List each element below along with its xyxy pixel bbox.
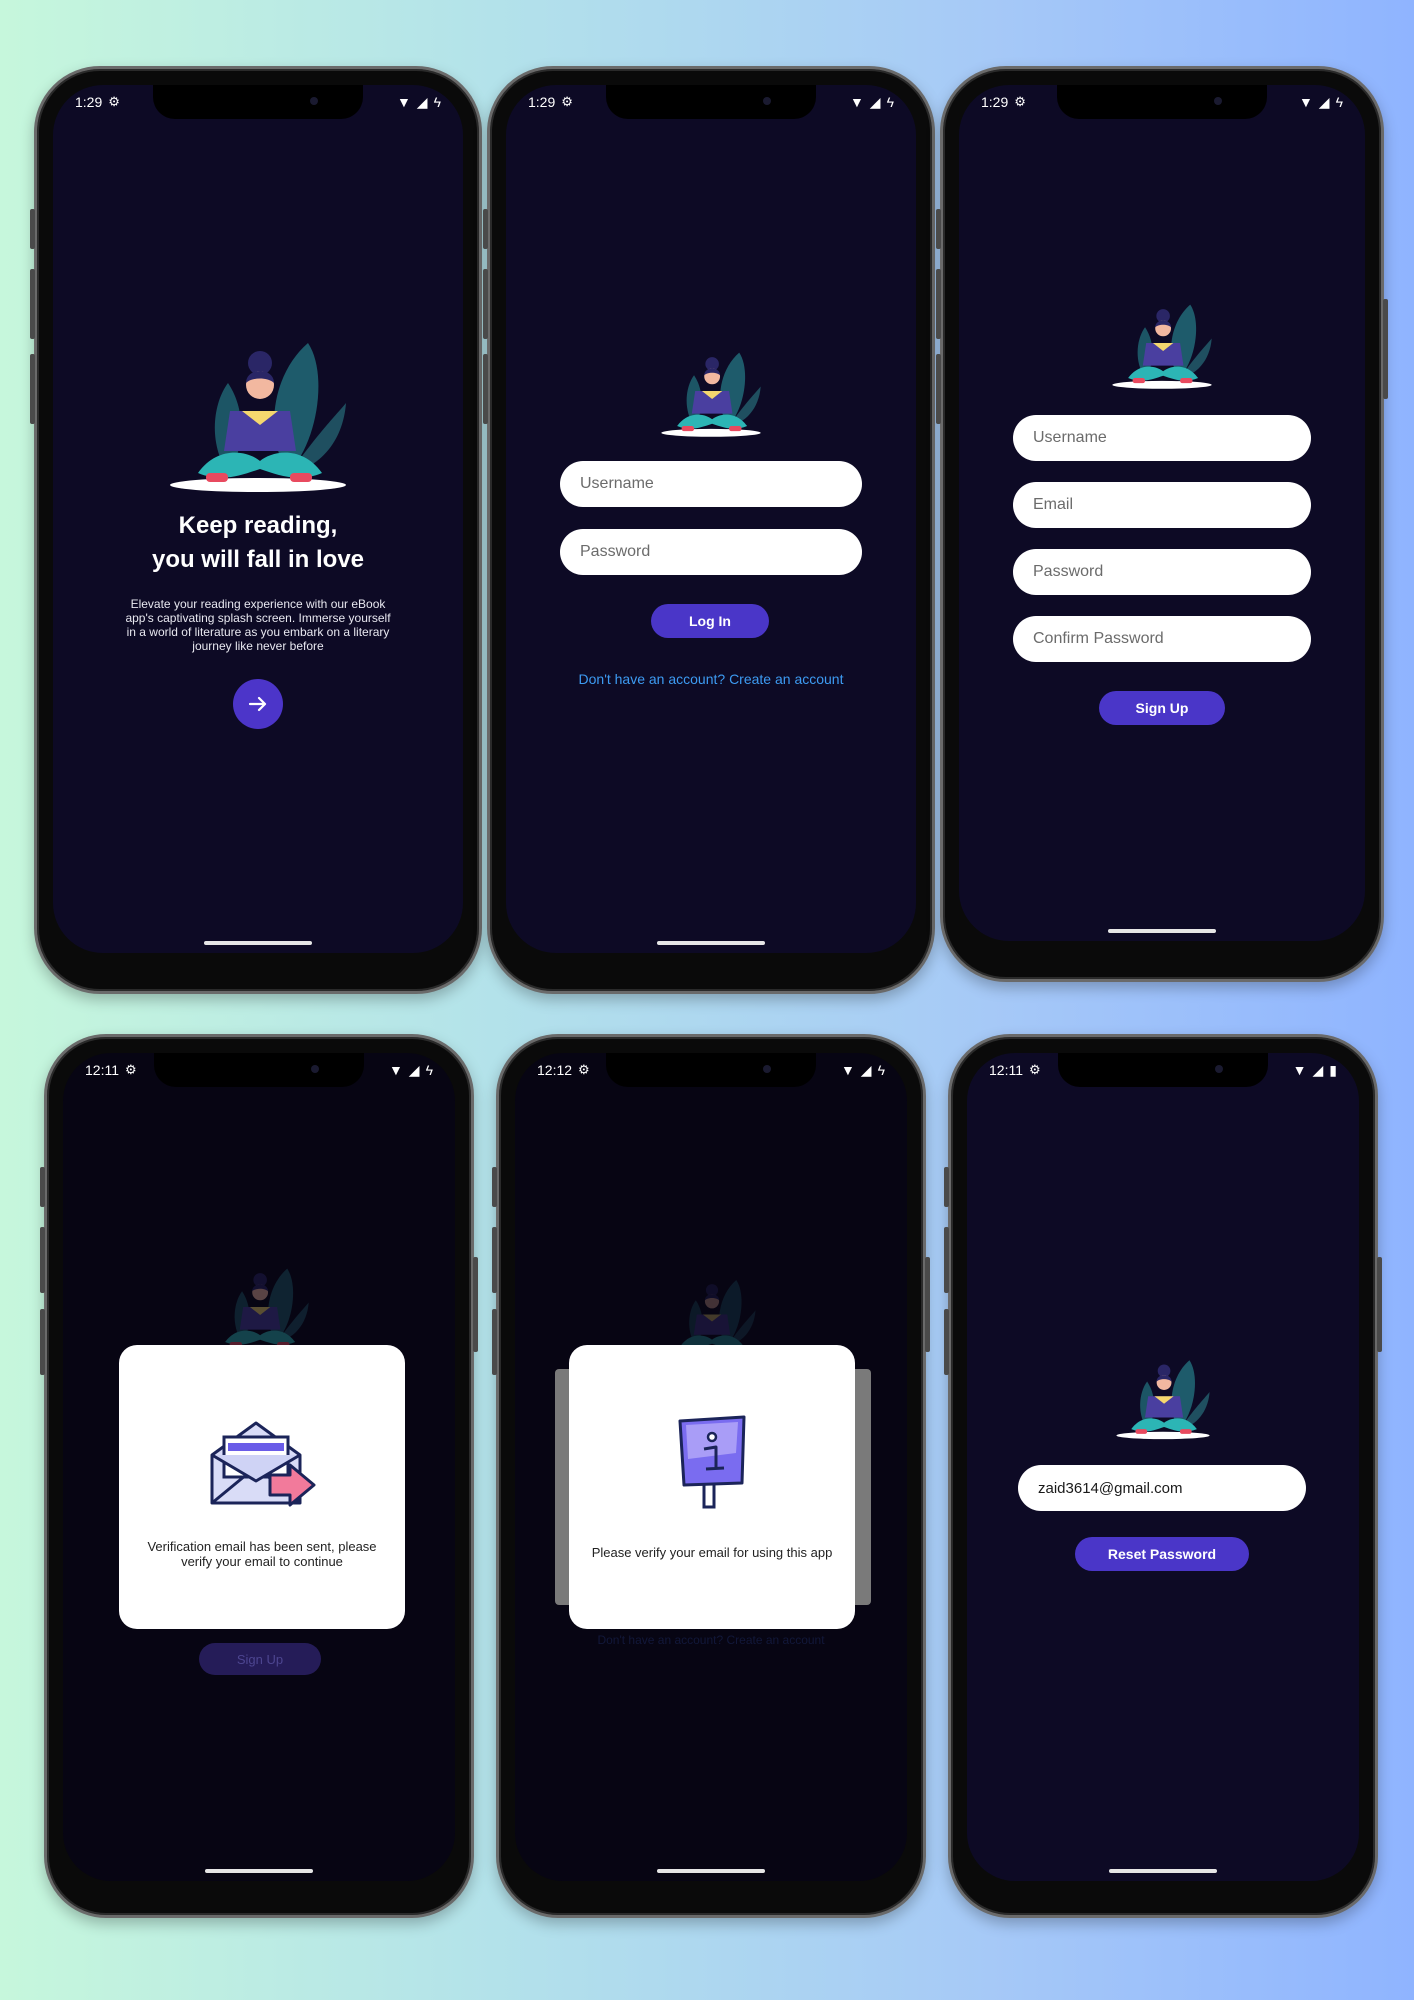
reader-illustration <box>166 333 350 503</box>
reset-password-button[interactable]: Reset Password <box>1075 1537 1249 1571</box>
username-placeholder: Username <box>1033 429 1107 446</box>
confirm-password-placeholder: Confirm Password <box>1033 630 1164 647</box>
status-time: 12:12 <box>537 1062 573 1078</box>
verification-sent-message: Verification email has been sent, please… <box>147 1539 377 1569</box>
home-indicator <box>205 1869 313 1873</box>
gear-icon: ⚙ <box>561 94 573 109</box>
arrow-right-icon <box>248 696 267 712</box>
password-input[interactable]: Password <box>560 529 862 575</box>
status-bar: 12:11 ⚙ ▼ ◢ ϟ <box>63 1053 455 1087</box>
background-signup-button: Sign Up <box>199 1643 321 1675</box>
status-time: 1:29 <box>75 94 103 110</box>
phone-verification-sent: 12:11 ⚙ ▼ ◢ ϟ Sign Up Verification email ha… <box>40 1034 478 1918</box>
status-bar: 1:29 ⚙ ▼ ◢ ϟ <box>53 85 463 119</box>
splash-description: Elevate your reading experience with our… <box>125 597 391 653</box>
email-value: zaid3614@gmail.com <box>1038 1479 1183 1497</box>
email-input[interactable]: Email <box>1013 482 1311 528</box>
phone-verify-prompt: 12:12 ⚙ ▼ ◢ ϟ Don't have an account? Create… <box>492 1034 930 1918</box>
status-time: 1:29 <box>981 94 1009 110</box>
status-time: 12:11 <box>85 1062 119 1078</box>
gear-icon: ⚙ <box>578 1062 590 1077</box>
background-create-account-link: Don't have an account? Create an account <box>597 1633 825 1647</box>
username-placeholder: Username <box>580 475 654 492</box>
signal-icon: ◢ <box>1312 1061 1324 1078</box>
create-account-link[interactable]: Don't have an account? Create an account <box>506 671 916 687</box>
charging-icon: ϟ <box>425 1062 433 1078</box>
gear-icon: ⚙ <box>125 1062 137 1077</box>
verify-prompt-message: Please verify your email for using this … <box>591 1545 833 1560</box>
wifi-icon: ▼ <box>396 94 411 110</box>
phone-login: 1:29 ⚙ ▼ ◢ ϟ Username Password Log In Don't… <box>483 66 935 994</box>
next-button[interactable] <box>233 679 283 729</box>
verify-prompt-dialog: Please verify your email for using this … <box>569 1345 855 1629</box>
verification-sent-dialog: Verification email has been sent, please… <box>119 1345 405 1629</box>
home-indicator <box>657 1869 765 1873</box>
phone-reset-password: 12:11 ⚙ ▼ ◢ ▮ zaid3614@gmail.com Reset Pass… <box>944 1034 1382 1918</box>
gear-icon: ⚙ <box>108 94 120 109</box>
wifi-icon: ▼ <box>1292 1062 1307 1078</box>
gear-icon: ⚙ <box>1029 1062 1041 1077</box>
reader-illustration <box>1110 299 1214 395</box>
splash-title-line2: you will fall in love <box>151 546 365 573</box>
status-time: 12:11 <box>989 1062 1023 1078</box>
username-input[interactable]: Username <box>560 461 862 507</box>
password-placeholder: Password <box>1033 563 1104 580</box>
status-bar: 1:29 ⚙ ▼ ◢ ϟ <box>959 85 1365 119</box>
verification-sent-screen: 12:11 ⚙ ▼ ◢ ϟ Sign Up Verification email ha… <box>63 1053 455 1881</box>
password-input[interactable]: Password <box>1013 549 1311 595</box>
email-placeholder: Email <box>1033 496 1074 513</box>
phone-splash: 1:29 ⚙ ▼ ◢ ϟ Keep reading, you will fall in… <box>30 66 482 994</box>
reader-illustration <box>1114 1355 1212 1445</box>
charging-icon: ϟ <box>877 1062 885 1078</box>
reset-password-screen: 12:11 ⚙ ▼ ◢ ▮ zaid3614@gmail.com Reset Pass… <box>967 1053 1359 1881</box>
home-indicator <box>1108 929 1216 933</box>
splash-screen: 1:29 ⚙ ▼ ◢ ϟ Keep reading, you will fall in… <box>53 85 463 953</box>
email-input[interactable]: zaid3614@gmail.com <box>1018 1465 1306 1511</box>
gear-icon: ⚙ <box>1014 94 1026 109</box>
status-time: 1:29 <box>528 94 556 110</box>
signal-icon: ◢ <box>869 93 881 110</box>
home-indicator <box>1109 1869 1217 1873</box>
home-indicator <box>657 941 765 945</box>
charging-icon: ϟ <box>433 94 441 110</box>
status-bar: 12:11 ⚙ ▼ ◢ ▮ <box>967 1053 1359 1087</box>
wifi-icon: ▼ <box>849 94 864 110</box>
reader-illustration <box>659 347 763 443</box>
splash-title-line1: Keep reading, <box>178 512 338 539</box>
signup-button[interactable]: Sign Up <box>1099 691 1225 725</box>
password-placeholder: Password <box>580 543 651 560</box>
charging-icon: ϟ <box>886 94 894 110</box>
signal-icon: ◢ <box>416 93 428 110</box>
status-bar: 12:12 ⚙ ▼ ◢ ϟ <box>515 1053 907 1087</box>
signal-icon: ◢ <box>1318 93 1330 110</box>
phone-signup: 1:29 ⚙ ▼ ◢ ϟ Username Email Password Confir… <box>936 66 1388 982</box>
home-indicator <box>204 941 312 945</box>
login-button[interactable]: Log In <box>651 604 769 638</box>
charging-icon: ϟ <box>1335 94 1343 110</box>
signal-icon: ◢ <box>408 1061 420 1078</box>
status-bar: 1:29 ⚙ ▼ ◢ ϟ <box>506 85 916 119</box>
battery-icon: ▮ <box>1329 1061 1337 1078</box>
info-sign-icon <box>678 1415 746 1509</box>
login-screen: 1:29 ⚙ ▼ ◢ ϟ Username Password Log In Don't… <box>506 85 916 953</box>
wifi-icon: ▼ <box>1298 94 1313 110</box>
envelope-send-icon <box>210 1421 316 1507</box>
wifi-icon: ▼ <box>388 1062 403 1078</box>
username-input[interactable]: Username <box>1013 415 1311 461</box>
verify-prompt-screen: 12:12 ⚙ ▼ ◢ ϟ Don't have an account? Create… <box>515 1053 907 1881</box>
wifi-icon: ▼ <box>840 1062 855 1078</box>
signal-icon: ◢ <box>860 1061 872 1078</box>
signup-screen: 1:29 ⚙ ▼ ◢ ϟ Username Email Password Confir… <box>959 85 1365 941</box>
confirm-password-input[interactable]: Confirm Password <box>1013 616 1311 662</box>
